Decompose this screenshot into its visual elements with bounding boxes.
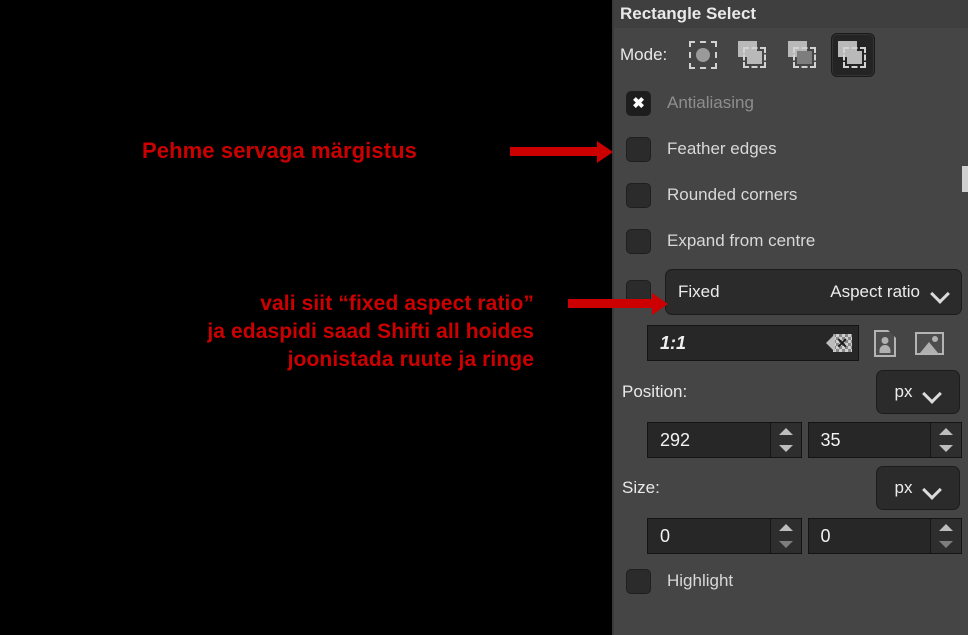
feather-edges-checkbox[interactable] <box>626 136 651 162</box>
mode-button-add-to-selection[interactable] <box>731 33 775 77</box>
clear-entry-icon[interactable]: ✕ <box>826 334 852 352</box>
tool-options-panel: Rectangle Select Mode: ✖ Antialiasing Fe… <box>612 0 968 635</box>
highlight-checkbox[interactable] <box>626 568 651 594</box>
chevron-down-icon <box>924 387 941 397</box>
ratio-row: 1:1 ✕ <box>620 320 962 366</box>
size-header-row: Size: px <box>620 462 962 514</box>
annotation-note-2: vali siit “fixed aspect ratio” ja edaspi… <box>64 290 534 374</box>
size-height-value: 0 <box>820 525 831 546</box>
annotation-layer: Pehme servaga märgistus vali siit “fixed… <box>0 0 612 635</box>
position-header-row: Position: px <box>620 366 962 418</box>
position-fields-row: 292 35 <box>620 418 962 462</box>
stepper-up-button[interactable] <box>931 423 961 440</box>
option-row-highlight[interactable]: Highlight <box>620 558 962 604</box>
landscape-orientation-icon <box>914 331 944 355</box>
size-width-field[interactable]: 0 <box>647 518 802 554</box>
stepper-up-button[interactable] <box>931 519 961 536</box>
stepper-down-button[interactable] <box>931 440 961 457</box>
position-unit-value: px <box>894 382 913 401</box>
rounded-corners-checkbox[interactable] <box>626 182 651 208</box>
stepper-down-button[interactable] <box>771 536 801 553</box>
expand-from-centre-checkbox[interactable] <box>626 228 651 254</box>
option-row-rounded-corners[interactable]: Rounded corners <box>620 172 962 218</box>
red-arrow-to-feather-edges <box>510 147 598 156</box>
triangle-down-icon <box>939 445 953 452</box>
annotation-note-2-line-3: joonistada ruute ja ringe <box>287 348 534 371</box>
triangle-up-icon <box>778 428 793 435</box>
mode-button-intersect-with-selection[interactable] <box>831 33 876 77</box>
size-unit-dropdown[interactable]: px <box>876 466 960 510</box>
size-width-stepper[interactable] <box>769 519 801 553</box>
intersect-with-selection-icon <box>838 41 868 69</box>
triangle-up-icon <box>939 428 953 435</box>
page-title: Rectangle Select <box>620 4 757 23</box>
chevron-down-icon <box>932 287 949 297</box>
feather-edges-label: Feather edges <box>667 139 777 158</box>
fixed-value-wrap: Aspect ratio <box>830 282 949 302</box>
aspect-ratio-value: 1:1 <box>660 332 687 353</box>
position-x-value: 292 <box>660 429 691 450</box>
triangle-down-icon <box>778 445 793 452</box>
triangle-up-icon <box>778 524 793 531</box>
portrait-orientation-icon <box>874 329 896 357</box>
option-row-feather-edges[interactable]: Feather edges <box>620 126 962 172</box>
fixed-label: Fixed <box>678 282 720 301</box>
fixed-selected-value: Aspect ratio <box>830 282 920 301</box>
mode-row: Mode: <box>620 30 962 80</box>
position-x-field[interactable]: 292 <box>647 422 802 458</box>
triangle-down-icon <box>778 541 793 548</box>
landscape-orientation-button[interactable] <box>911 326 947 360</box>
size-label: Size: <box>622 478 660 497</box>
mode-button-subtract-from-selection[interactable] <box>781 33 825 77</box>
expand-from-centre-label: Expand from centre <box>667 231 816 250</box>
size-unit-value: px <box>894 478 913 497</box>
mode-label: Mode: <box>620 45 668 64</box>
triangle-down-icon <box>939 541 953 548</box>
antialiasing-checkbox[interactable]: ✖ <box>626 90 651 116</box>
check-x-icon: ✖ <box>632 94 645 112</box>
panel-body: Mode: ✖ Antialiasing Feather edges Round… <box>614 30 968 604</box>
size-width-value: 0 <box>660 525 671 546</box>
fixed-constraint-dropdown[interactable]: Fixed Aspect ratio <box>665 269 962 315</box>
option-row-fixed: Fixed Aspect ratio <box>620 266 962 318</box>
size-height-field[interactable]: 0 <box>807 518 962 554</box>
panel-titlebar: Rectangle Select <box>614 0 968 28</box>
portrait-orientation-button[interactable] <box>867 326 903 360</box>
triangle-up-icon <box>939 524 953 531</box>
option-row-expand-from-centre[interactable]: Expand from centre <box>620 218 962 264</box>
replace-selection-icon <box>688 41 718 69</box>
annotation-note-2-line-1: vali siit “fixed aspect ratio” <box>260 292 534 315</box>
size-height-stepper[interactable] <box>930 519 961 553</box>
stepper-down-button[interactable] <box>931 536 961 553</box>
annotation-note-2-line-2: ja edaspidi saad Shifti all hoides <box>207 320 534 343</box>
option-row-antialiasing[interactable]: ✖ Antialiasing <box>620 80 962 126</box>
annotation-note-1: Pehme servaga märgistus <box>142 138 417 163</box>
aspect-ratio-input[interactable]: 1:1 ✕ <box>647 325 859 361</box>
position-y-stepper[interactable] <box>930 423 961 457</box>
stepper-down-button[interactable] <box>771 440 801 457</box>
position-label: Position: <box>622 382 688 401</box>
stepper-up-button[interactable] <box>771 423 801 440</box>
chevron-down-icon <box>924 483 941 493</box>
red-arrow-to-fixed-dropdown <box>568 299 653 308</box>
mode-button-replace-selection[interactable] <box>681 33 725 77</box>
position-unit-dropdown[interactable]: px <box>876 370 960 414</box>
position-x-stepper[interactable] <box>769 423 801 457</box>
position-y-value: 35 <box>820 429 841 450</box>
position-y-field[interactable]: 35 <box>807 422 962 458</box>
add-to-selection-icon <box>738 41 768 69</box>
size-fields-row: 0 0 <box>620 514 962 558</box>
antialiasing-label: Antialiasing <box>667 93 754 112</box>
rounded-corners-label: Rounded corners <box>667 185 798 204</box>
panel-edge-marker <box>962 166 968 192</box>
highlight-label: Highlight <box>667 571 734 590</box>
subtract-from-selection-icon <box>788 41 818 69</box>
stepper-up-button[interactable] <box>771 519 801 536</box>
